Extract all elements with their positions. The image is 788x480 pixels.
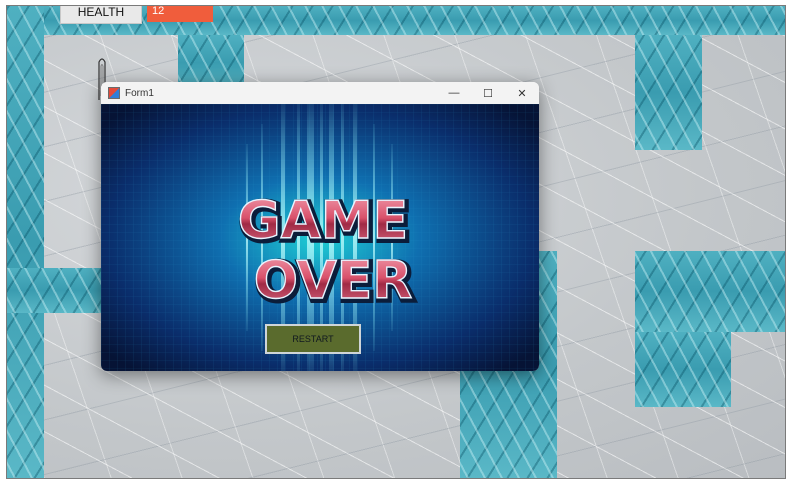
maze-wall	[635, 251, 785, 332]
headline-line-2: OVER	[254, 251, 413, 311]
minimize-button[interactable]: —	[437, 82, 471, 104]
title-bar[interactable]: Form1 — ☐ ✕	[101, 82, 539, 104]
close-button[interactable]: ✕	[505, 82, 539, 104]
maximize-button[interactable]: ☐	[471, 82, 505, 104]
game-over-dialog: Form1 — ☐ ✕ GAME GAME OVER OVER RESTART	[101, 82, 539, 371]
health-label: HEALTH	[60, 6, 142, 24]
maze-wall	[635, 35, 702, 150]
maze-wall	[7, 268, 103, 313]
maze-wall	[7, 6, 44, 478]
restart-button[interactable]: RESTART	[265, 324, 361, 354]
health-value: 12	[147, 6, 213, 22]
window-title: Form1	[125, 87, 154, 99]
app-icon	[108, 87, 120, 99]
headline-line-1: GAME	[238, 191, 408, 251]
maze-wall	[635, 332, 731, 407]
